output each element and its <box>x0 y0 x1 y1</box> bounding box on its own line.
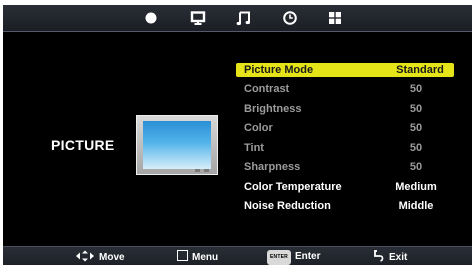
tv-osd-screen: PICTURE Picture Mode Standard Contrast 5… <box>3 5 472 265</box>
picture-dot-icon[interactable] <box>142 9 160 27</box>
exit-arrow-icon <box>374 250 384 262</box>
menu-item-noise-reduction[interactable]: Noise Reduction Middle <box>236 197 454 217</box>
menu-hint-label: Menu <box>192 252 219 263</box>
tv-button-icon <box>195 169 200 172</box>
menu-item-value: 50 <box>409 102 423 115</box>
clock-icon[interactable] <box>281 9 299 27</box>
menu-item-label: Color <box>244 122 273 134</box>
menu-item-value: 50 <box>409 161 423 173</box>
menu-hint: Menu <box>177 250 218 263</box>
tv-button-icon <box>204 169 209 172</box>
menu-key-icon <box>177 250 188 261</box>
menu-item-sharpness[interactable]: Sharpness 50 <box>236 158 454 178</box>
menu-item-value: 50 <box>409 122 423 134</box>
menu-item-label: Noise Reduction <box>244 200 331 212</box>
menu-item-contrast[interactable]: Contrast 50 <box>236 80 454 100</box>
exit-hint: Exit <box>373 250 407 263</box>
menu-item-tint[interactable]: Tint 50 <box>236 139 454 159</box>
menu-item-color[interactable]: Color 50 <box>236 119 454 139</box>
monitor-icon[interactable] <box>189 9 207 27</box>
move-hint: Move <box>75 250 125 263</box>
music-note-icon[interactable] <box>235 9 253 27</box>
menu-item-value: Standard <box>396 64 444 76</box>
move-hint-label: Move <box>99 252 125 263</box>
enter-key-icon: ENTER <box>267 250 291 265</box>
enter-hint-label: Enter <box>294 251 321 262</box>
menu-item-label: Brightness <box>244 102 302 115</box>
picture-settings-panel: PICTURE Picture Mode Standard Contrast 5… <box>3 32 472 247</box>
menu-item-value: Middle <box>398 200 434 212</box>
menu-tab-bar <box>3 5 472 32</box>
menu-item-brightness[interactable]: Brightness 50 <box>236 100 454 120</box>
menu-item-label: Picture Mode <box>244 64 314 76</box>
menu-item-label: Contrast <box>244 83 290 95</box>
hint-bar: Move Menu ENTER Enter Exit <box>3 246 472 265</box>
settings-menu: Picture Mode Standard Contrast 50 Bright… <box>236 63 454 217</box>
enter-hint: ENTER Enter <box>267 250 321 265</box>
menu-item-label: Sharpness <box>244 161 301 173</box>
move-arrows-icon <box>76 250 94 262</box>
menu-item-picture-mode[interactable]: Picture Mode Standard <box>236 63 454 77</box>
tv-icon <box>136 115 218 175</box>
grid-icon[interactable] <box>326 9 344 27</box>
menu-item-value: Medium <box>395 180 437 193</box>
tv-screen-preview <box>143 121 211 169</box>
menu-item-label: Tint <box>244 141 264 154</box>
menu-item-label: Color Temperature <box>244 180 342 193</box>
menu-item-value: 50 <box>409 83 423 95</box>
exit-hint-label: Exit <box>389 252 408 263</box>
menu-item-color-temperature[interactable]: Color Temperature Medium <box>236 178 454 198</box>
menu-item-value: 50 <box>409 141 423 154</box>
section-title: PICTURE <box>51 137 115 153</box>
